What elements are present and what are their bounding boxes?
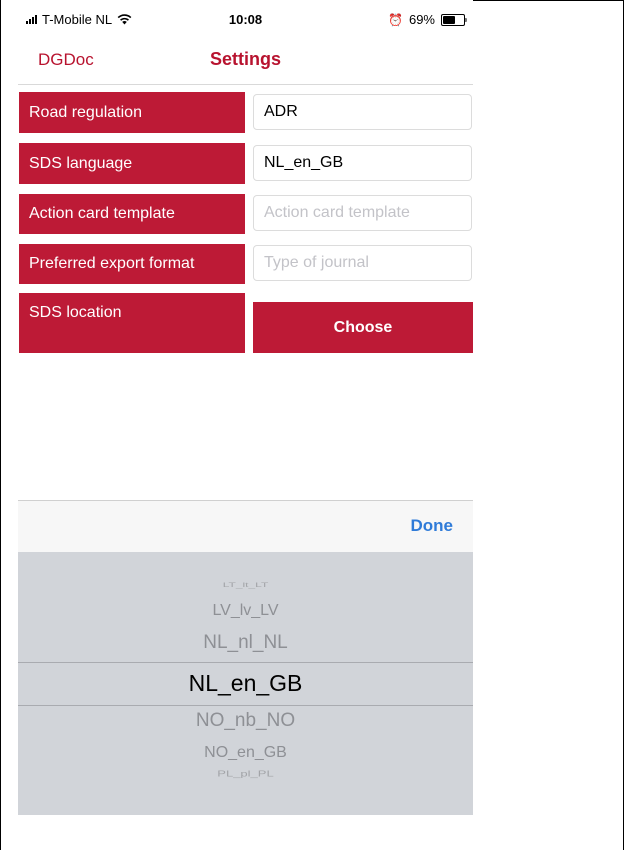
status-right: ⏰ 69%: [388, 12, 467, 27]
action-card-template-field[interactable]: Action card template: [253, 195, 472, 231]
picker-item[interactable]: LV_lv_LV: [18, 602, 473, 620]
frame-border-left: [0, 0, 1, 850]
navigation-bar: DGDoc Settings: [18, 38, 473, 85]
frame-border-top: [473, 0, 624, 1]
sds-location-label: SDS location: [19, 293, 245, 353]
picker-item[interactable]: LT_lt_LT: [18, 581, 473, 589]
page-title: Settings: [209, 49, 281, 69]
status-bar: T-Mobile NL 10:08 ⏰ 69%: [18, 0, 473, 32]
export-format-label: Preferred export format: [19, 244, 245, 284]
export-format-field[interactable]: Type of journal: [253, 245, 472, 281]
battery-fill: [443, 15, 455, 24]
road-regulation-label: Road regulation: [19, 92, 245, 133]
phone-screen: T-Mobile NL 10:08 ⏰ 69% DGDoc Settings R…: [18, 0, 473, 850]
battery-percent: 69%: [408, 12, 435, 27]
done-button[interactable]: Done: [411, 516, 454, 536]
sds-language-field[interactable]: NL_en_GB: [253, 145, 472, 181]
action-card-template-label: Action card template: [19, 194, 245, 234]
road-regulation-field[interactable]: ADR: [253, 94, 472, 130]
language-picker[interactable]: LT_lt_LT LV_lv_LV NL_nl_NL NL_en_GB NO_n…: [18, 552, 473, 815]
picker-item[interactable]: PL_pl_PL: [18, 769, 473, 779]
picker-item[interactable]: NO_en_GB: [18, 744, 473, 762]
choose-button[interactable]: Choose: [253, 302, 473, 353]
alarm-icon: ⏰: [388, 12, 403, 27]
battery-cap: [465, 17, 467, 22]
battery-icon: [441, 13, 467, 26]
picker-item-selected[interactable]: NL_en_GB: [18, 670, 473, 697]
sds-language-label: SDS language: [19, 143, 245, 184]
picker-item[interactable]: NL_nl_NL: [18, 632, 473, 654]
picker-item[interactable]: NO_nb_NO: [18, 710, 473, 732]
picker-toolbar: Done: [18, 500, 473, 553]
